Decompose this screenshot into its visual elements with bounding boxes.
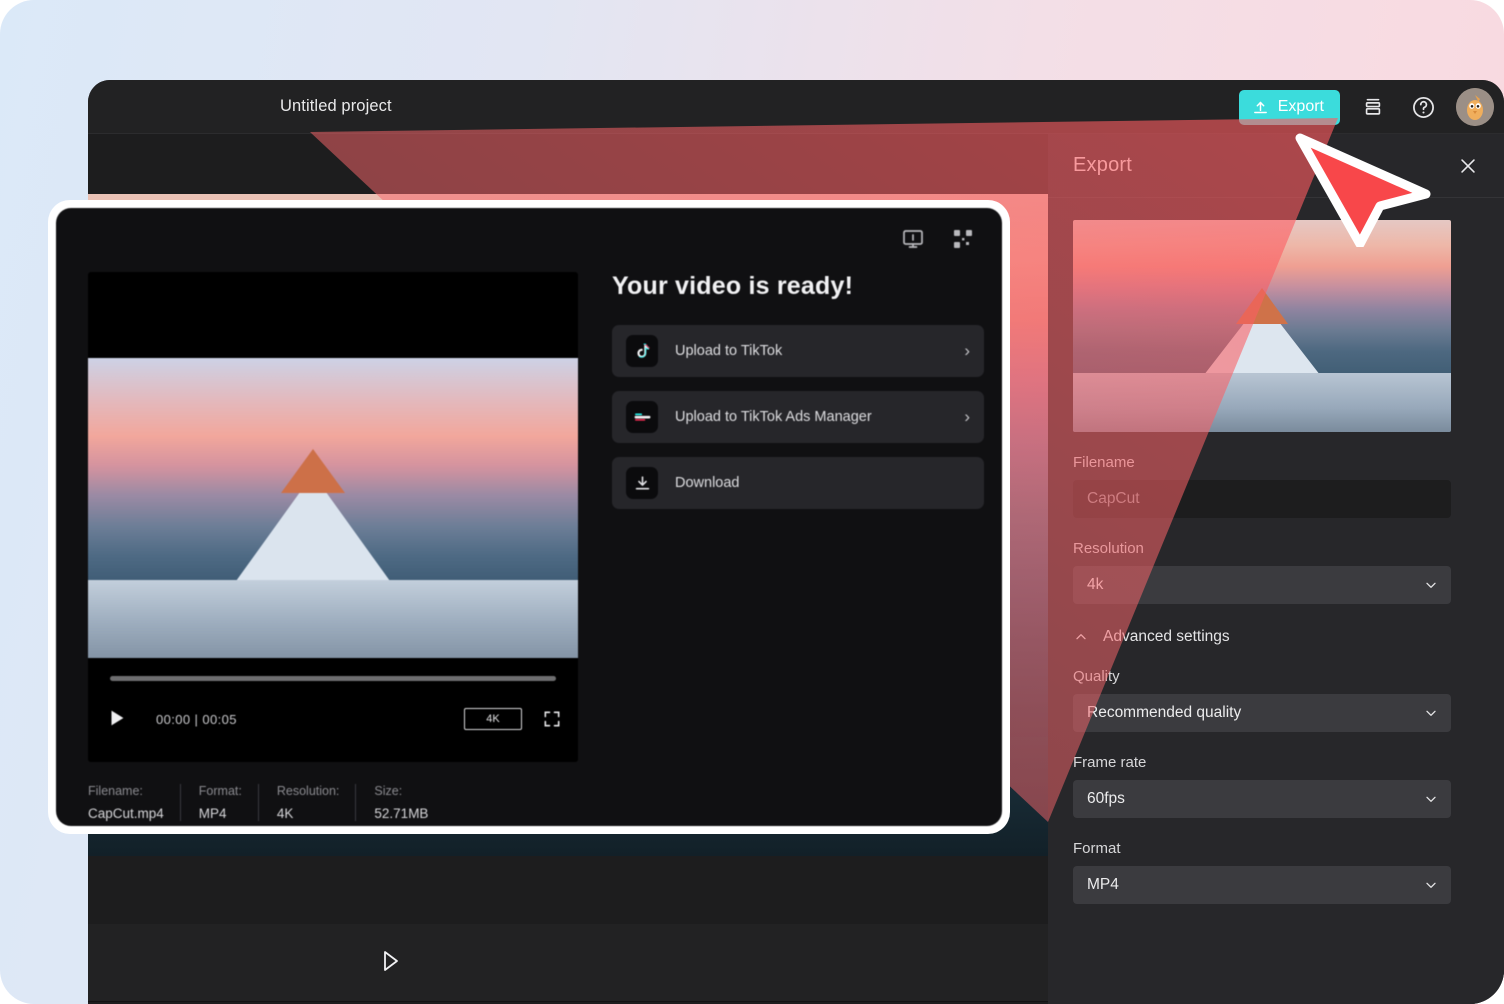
mountain-summit-shape — [281, 449, 346, 493]
editor-topbar: Untitled project Export — [88, 80, 1504, 134]
export-sidebar-panel: Export Filename CapCut Resolution 4k Adv… — [1048, 134, 1504, 1004]
metadata-size: Size: 52.71MB — [355, 784, 444, 821]
dialog-heading: Your video is ready! — [612, 272, 854, 300]
mountain-summit-shape — [1236, 287, 1288, 324]
video-frame-image — [88, 358, 578, 658]
video-controls-row: 00:00 | 00:05 4K — [106, 702, 562, 736]
upload-icon — [1252, 99, 1269, 116]
metadata-key: Format: — [198, 784, 242, 798]
framerate-value: 60fps — [1087, 790, 1125, 807]
metadata-value: 52.71MB — [374, 806, 429, 821]
advanced-settings-toggle[interactable]: Advanced settings — [1073, 628, 1479, 646]
snowfield-shape — [1073, 372, 1451, 432]
metadata-value: MP4 — [198, 806, 227, 821]
resolution-label: Resolution — [1073, 540, 1144, 557]
dialog-top-icons — [900, 226, 976, 252]
resolution-chip[interactable]: 4K — [464, 708, 522, 730]
filename-label: Filename — [1073, 454, 1135, 471]
chevron-down-icon — [1423, 577, 1439, 593]
share-option-tiktok-ads[interactable]: Upload to TikTok Ads Manager › — [612, 391, 984, 443]
exported-video-player[interactable]: 00:00 | 00:05 4K — [88, 272, 578, 762]
chevron-down-icon — [1423, 877, 1439, 893]
play-outline-icon[interactable] — [376, 946, 406, 976]
export-preview-thumbnail — [1073, 220, 1451, 432]
share-options-column: Your video is ready! Upload to TikTok › — [612, 272, 984, 523]
export-panel-header: Export — [1048, 134, 1504, 198]
topbar-actions: Export — [1238, 80, 1496, 134]
export-success-dialog: 00:00 | 00:05 4K Filename: CapCut.mp4 Fo… — [56, 208, 1002, 826]
export-panel-title: Export — [1073, 154, 1133, 176]
resolution-value: 4k — [1087, 576, 1104, 593]
zoomed-export-success-modal: 00:00 | 00:05 4K Filename: CapCut.mp4 Fo… — [48, 200, 1010, 834]
download-icon — [626, 467, 658, 499]
share-option-label: Download — [675, 475, 740, 491]
quality-label: Quality — [1073, 668, 1120, 685]
tiktok-icon — [626, 335, 658, 367]
screenshot-root: Untitled project Export Export Filename … — [0, 0, 1504, 1004]
player-controls-bar — [88, 924, 1048, 1002]
advanced-settings-label: Advanced settings — [1103, 628, 1230, 645]
format-select[interactable]: MP4 — [1073, 866, 1451, 904]
export-button[interactable]: Export — [1238, 89, 1340, 125]
resolution-select[interactable]: 4k — [1073, 566, 1451, 604]
video-progress-scrubber[interactable] — [110, 676, 556, 681]
chevron-up-icon — [1073, 629, 1089, 645]
user-avatar — [1456, 88, 1494, 126]
chevron-right-icon: › — [964, 341, 970, 360]
chevron-right-icon: › — [964, 407, 970, 426]
format-value: MP4 — [1087, 876, 1119, 893]
close-icon[interactable] — [1452, 150, 1484, 182]
export-button-label: Export — [1277, 98, 1324, 115]
qr-share-icon[interactable] — [950, 226, 976, 252]
quality-select[interactable]: Recommended quality — [1073, 694, 1451, 732]
question-circle-icon[interactable] — [1406, 90, 1440, 124]
framerate-label: Frame rate — [1073, 754, 1147, 771]
metadata-resolution: Resolution: 4K — [257, 784, 356, 821]
snowfield-shape — [88, 580, 578, 658]
share-option-tiktok[interactable]: Upload to TikTok › — [612, 325, 984, 377]
page-title: Untitled project — [280, 97, 392, 115]
export-panel-body[interactable]: Filename Resolution 4k — [1048, 198, 1504, 1004]
metadata-key: Filename: — [88, 784, 143, 798]
share-option-download[interactable]: Download — [612, 457, 984, 509]
metadata-value: 4K — [276, 806, 294, 821]
tiktok-ads-icon — [626, 401, 658, 433]
video-player-controls: 00:00 | 00:05 4K — [88, 658, 578, 762]
fullscreen-icon[interactable] — [542, 709, 562, 729]
chevron-down-icon — [1423, 791, 1439, 807]
quality-value: Recommended quality — [1087, 704, 1242, 721]
export-metadata-row: Filename: CapCut.mp4 Format: MP4 Resolut… — [88, 784, 578, 821]
format-label: Format — [1073, 840, 1121, 857]
video-timecode: 00:00 | 00:05 — [156, 711, 237, 727]
metadata-value: CapCut.mp4 — [88, 806, 164, 821]
play-icon[interactable] — [106, 707, 130, 731]
metadata-format: Format: MP4 — [179, 784, 258, 821]
metadata-key: Resolution: — [276, 784, 340, 798]
avatar[interactable] — [1456, 88, 1494, 126]
video-controls-right: 4K — [464, 708, 562, 730]
filename-input[interactable] — [1073, 480, 1451, 518]
metadata-key: Size: — [374, 784, 403, 798]
framerate-select[interactable]: 60fps — [1073, 780, 1451, 818]
feedback-monitor-icon[interactable] — [900, 226, 926, 252]
share-option-label: Upload to TikTok Ads Manager — [675, 409, 872, 425]
layers-icon[interactable] — [1356, 90, 1390, 124]
metadata-filename: Filename: CapCut.mp4 — [88, 784, 180, 821]
share-option-label: Upload to TikTok — [675, 343, 783, 359]
chevron-down-icon — [1423, 705, 1439, 721]
